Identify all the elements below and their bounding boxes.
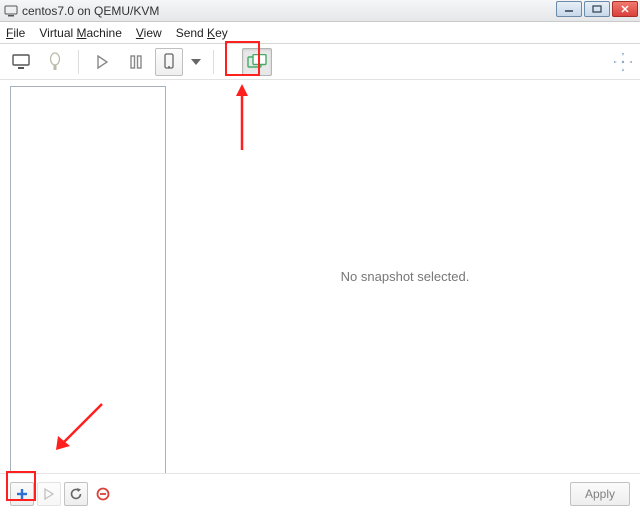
menu-view[interactable]: View — [136, 26, 162, 40]
close-button[interactable] — [612, 1, 638, 17]
window-controls — [556, 0, 640, 17]
apply-button[interactable]: Apply — [570, 482, 630, 506]
maximize-button[interactable] — [584, 1, 610, 17]
toolbar-separator — [213, 50, 214, 74]
shutdown-button[interactable] — [155, 48, 183, 76]
snapshot-sidebar — [0, 80, 170, 473]
snapshot-list[interactable] — [10, 86, 166, 474]
window-title: centos7.0 on QEMU/KVM — [22, 4, 159, 18]
refresh-snapshot-button[interactable] — [64, 482, 88, 506]
run-snapshot-button[interactable] — [37, 482, 61, 506]
titlebar: centos7.0 on QEMU/KVM — [0, 0, 640, 22]
run-button[interactable] — [87, 48, 117, 76]
fullscreen-button[interactable] — [612, 51, 634, 73]
empty-state-text: No snapshot selected. — [341, 269, 470, 284]
info-button[interactable] — [40, 48, 70, 76]
menu-send-key[interactable]: Send Key — [176, 26, 228, 40]
bottom-toolbar: Apply — [0, 473, 640, 513]
toolbar-separator — [78, 50, 79, 74]
minimize-button[interactable] — [556, 1, 582, 17]
app-icon — [4, 4, 18, 18]
delete-snapshot-button[interactable] — [91, 482, 115, 506]
shutdown-dropdown[interactable] — [187, 48, 205, 76]
snapshot-detail-pane: No snapshot selected. — [170, 80, 640, 473]
pause-button[interactable] — [121, 48, 151, 76]
content-area: No snapshot selected. — [0, 80, 640, 473]
console-button[interactable] — [6, 48, 36, 76]
menu-file[interactable]: File — [6, 26, 25, 40]
apply-button-label: Apply — [585, 487, 615, 501]
add-snapshot-button[interactable] — [10, 482, 34, 506]
menubar: File Virtual Machine View Send Key — [0, 22, 640, 44]
snapshots-button[interactable] — [242, 48, 272, 76]
menu-virtual-machine[interactable]: Virtual Machine — [39, 26, 122, 40]
toolbar — [0, 44, 640, 80]
